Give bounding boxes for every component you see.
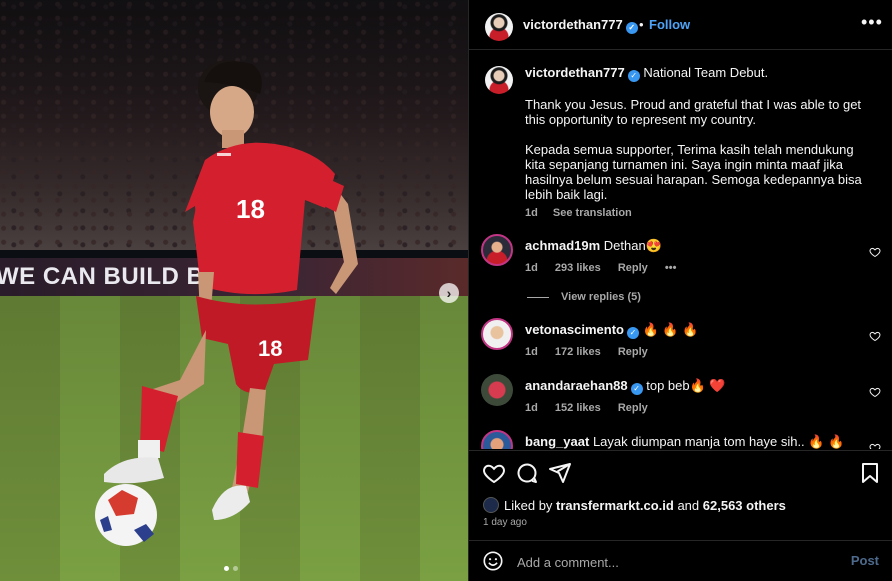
football-player: 18 18	[95, 60, 358, 546]
comment-likes[interactable]: 172 likes	[555, 346, 601, 358]
add-comment-bar: Post	[469, 540, 892, 581]
comment-text: 🔥 🔥 🔥	[642, 322, 699, 337]
post-modal: WE CAN BUILD BETTER 18 18 › victordethan…	[0, 0, 892, 581]
verified-badge-icon: ✓	[626, 327, 639, 339]
share-send-icon[interactable]	[548, 461, 572, 485]
comment-meta: 1d 172 likes Reply	[525, 346, 662, 358]
comment-bubble-icon[interactable]	[515, 461, 539, 485]
save-bookmark-icon[interactable]	[858, 461, 882, 485]
avatar[interactable]	[481, 318, 513, 350]
avatar[interactable]	[485, 13, 513, 41]
comment-meta: 1d 293 likes Reply •••	[525, 262, 690, 274]
comment-likes[interactable]: 152 likes	[555, 402, 601, 414]
reply-button[interactable]: Reply	[618, 346, 648, 358]
comment-body: anandaraehan88 ✓ top beb🔥 ❤️	[525, 378, 865, 395]
comments-scroll-area[interactable]: victordethan777 ✓ National Team Debut. Th…	[469, 50, 892, 449]
see-translation-link[interactable]: See translation	[553, 207, 632, 219]
post-caption: victordethan777 ✓ National Team Debut. Th…	[525, 65, 875, 221]
header-separator: •	[639, 17, 644, 32]
avatar[interactable]	[481, 374, 513, 406]
reply-button[interactable]: Reply	[618, 402, 648, 414]
like-comment-heart-icon[interactable]	[869, 330, 881, 342]
caption-title: National Team Debut.	[643, 65, 769, 80]
comment-body: bang_yaat Layak diumpan manja tom haye s…	[525, 434, 865, 449]
carousel-dot	[233, 566, 238, 571]
post-comment-button[interactable]: Post	[851, 553, 879, 568]
post-photo[interactable]: WE CAN BUILD BETTER 18 18 ›	[0, 0, 468, 581]
caption-username[interactable]: victordethan777	[525, 65, 625, 80]
caption-meta: 1d See translation	[525, 206, 875, 221]
comment-item: anandaraehan88 ✓ top beb🔥 ❤️ 1d 152 likes…	[481, 374, 881, 418]
comment-username[interactable]: anandaraehan88	[525, 378, 628, 393]
comment-item: achmad19m Dethan😍 1d 293 likes Reply •••	[481, 234, 881, 278]
comment-username[interactable]: bang_yaat	[525, 434, 589, 449]
comment-item: bang_yaat Layak diumpan manja tom haye s…	[481, 430, 881, 449]
comment-time: 1d	[525, 402, 538, 414]
comment-time: 1d	[525, 346, 538, 358]
likes-summary[interactable]: Liked by transfermarkt.co.id and 62,563 …	[483, 497, 786, 513]
comment-meta: 1d 152 likes Reply	[525, 402, 662, 414]
caption-avatar[interactable]	[485, 66, 513, 94]
verified-badge-icon: ✓	[627, 70, 640, 82]
view-replies-button[interactable]: View replies (5)	[527, 291, 641, 303]
post-actions: Liked by transfermarkt.co.id and 62,563 …	[469, 450, 892, 540]
likes-prefix: Liked by	[504, 498, 553, 513]
comment-text: Layak diumpan manja tom haye sih.. 🔥 🔥	[592, 434, 845, 449]
caption-time: 1d	[525, 207, 538, 219]
comment-item: vetonascimento ✓ 🔥 🔥 🔥 1d 172 likes Reply	[481, 318, 881, 362]
like-comment-heart-icon[interactable]	[869, 246, 881, 258]
like-heart-icon[interactable]	[482, 461, 506, 485]
comment-body: vetonascimento ✓ 🔥 🔥 🔥	[525, 322, 865, 339]
comment-username[interactable]: vetonascimento	[525, 322, 624, 337]
header-username-text[interactable]: victordethan777	[523, 17, 623, 32]
reply-button[interactable]: Reply	[618, 262, 648, 274]
post-header: victordethan777 ✓ • Follow •••	[469, 0, 892, 50]
like-comment-heart-icon[interactable]	[869, 442, 881, 449]
comment-text: Dethan😍	[603, 238, 662, 253]
like-comment-heart-icon[interactable]	[869, 386, 881, 398]
avatar[interactable]	[481, 234, 513, 266]
post-details-panel: victordethan777 ✓ • Follow ••• victordeth…	[468, 0, 892, 581]
carousel-dots	[224, 566, 238, 571]
carousel-dot	[224, 566, 229, 571]
next-slide-button[interactable]: ›	[439, 283, 459, 303]
comment-text: top beb🔥 ❤️	[646, 378, 726, 393]
follow-button[interactable]: Follow	[649, 17, 690, 32]
header-username[interactable]: victordethan777 ✓	[523, 17, 638, 34]
comment-time: 1d	[525, 262, 538, 274]
emoji-icon[interactable]	[482, 550, 504, 572]
comment-body: achmad19m Dethan😍	[525, 238, 865, 254]
likes-others[interactable]: 62,563 others	[703, 498, 786, 513]
jersey-number: 18	[236, 194, 265, 224]
likes-middle: and	[677, 498, 700, 513]
comment-likes[interactable]: 293 likes	[555, 262, 601, 274]
verified-badge-icon: ✓	[630, 383, 643, 395]
add-comment-input[interactable]	[515, 551, 839, 573]
avatar[interactable]	[481, 430, 513, 449]
likes-by-user[interactable]: transfermarkt.co.id	[556, 498, 674, 513]
caption-paragraph-1: Thank you Jesus. Proud and grateful that…	[525, 97, 862, 127]
more-options-icon[interactable]: •••	[861, 12, 883, 33]
post-date[interactable]: 1 day ago	[483, 517, 527, 528]
verified-badge-icon: ✓	[625, 22, 638, 34]
liker-avatar	[483, 497, 499, 513]
caption-paragraph-2: Kepada semua supporter, Terima kasih tel…	[525, 142, 862, 202]
shorts-number: 18	[258, 336, 282, 361]
comment-more-icon[interactable]: •••	[665, 262, 677, 274]
comment-username[interactable]: achmad19m	[525, 238, 600, 253]
